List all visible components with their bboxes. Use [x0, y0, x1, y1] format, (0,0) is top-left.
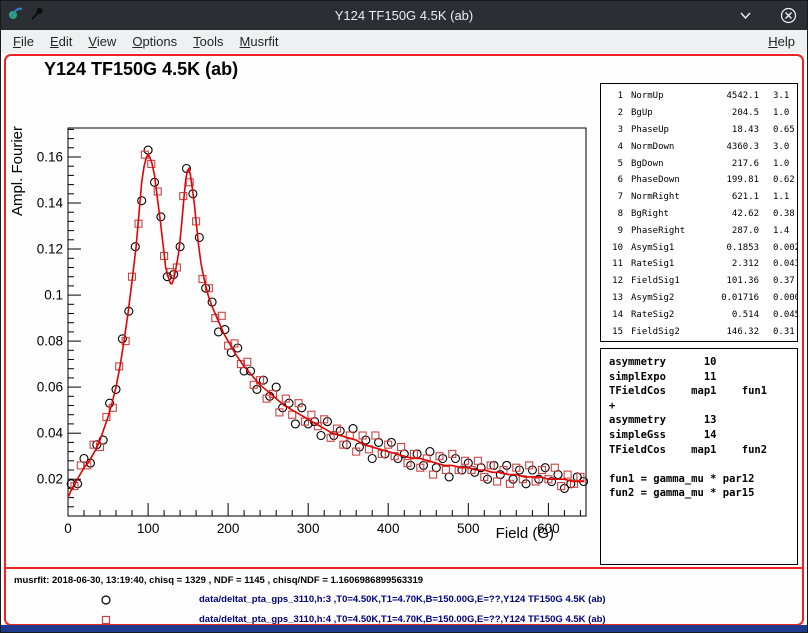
svg-text:0: 0: [64, 521, 72, 536]
param-row-ratesig1: 11RateSig12.3120.043: [601, 256, 797, 273]
param-row-phaseright: 9PhaseRight287.01.4: [601, 222, 797, 239]
param-row-asymsig1: 10AsymSig10.18530.0028: [601, 239, 797, 256]
menu-item-file[interactable]: File: [5, 31, 42, 52]
axis-ticks: 01002003004005006000.020.040.060.080.10.…: [37, 129, 581, 536]
workspace: Y124 TF150G 4.5K (ab) 010020030040050060…: [1, 53, 807, 627]
menu-item-edit[interactable]: Edit: [42, 31, 80, 52]
bottom-strip: [1, 625, 807, 632]
param-row-bgright: 8BgRight42.620.38: [601, 206, 797, 223]
svg-text:100: 100: [137, 521, 160, 536]
svg-text:0.04: 0.04: [37, 426, 64, 441]
window-title: Y124 TF150G 4.5K (ab): [1, 1, 807, 30]
menu-item-options[interactable]: Options: [124, 31, 185, 52]
svg-text:0.06: 0.06: [37, 380, 63, 395]
param-row-normup: 1NormUp4542.13.1: [601, 88, 797, 105]
svg-text:0.1: 0.1: [44, 288, 63, 303]
svg-text:0.12: 0.12: [37, 242, 63, 257]
svg-text:0.14: 0.14: [37, 196, 64, 211]
svg-text:400: 400: [377, 521, 400, 536]
svg-text:300: 300: [297, 521, 320, 536]
svg-text:200: 200: [217, 521, 240, 536]
app-window: Y124 TF150G 4.5K (ab) FileEditViewOption…: [0, 0, 808, 633]
parameter-table: 1NormUp4542.13.12BgUp204.51.03PhaseUp18.…: [600, 83, 798, 342]
fourier-plot[interactable]: 01002003004005006000.020.040.060.080.10.…: [8, 82, 600, 568]
param-row-fieldsig1: 12FieldSig1101.360.37: [601, 273, 797, 290]
plot-title: Y124 TF150G 4.5K (ab): [44, 59, 238, 80]
theory-text: asymmetry 10 simplExpo 11 TFieldCos map1…: [609, 355, 797, 501]
close-button[interactable]: [780, 7, 797, 24]
fit-line: [68, 155, 584, 498]
legend-label: data/deltat_pta_gps_3110,h:3 ,T0=4.50K,T…: [199, 594, 606, 605]
param-row-fieldsig2: 15FieldSig2146.320.31: [601, 323, 797, 340]
theory-block: asymmetry 10 simplExpo 11 TFieldCos map1…: [600, 348, 798, 565]
minimize-button[interactable]: [739, 9, 752, 22]
param-row-ratesig2: 14RateSig20.5140.045: [601, 306, 797, 323]
menu-item-tools[interactable]: Tools: [185, 31, 231, 52]
fit-status: musrfit: 2018-06-30, 13:19:40, chisq = 1…: [14, 575, 423, 586]
menu-item-help[interactable]: Help: [760, 31, 803, 52]
series-square-markers: [71, 151, 584, 489]
svg-text:0.02: 0.02: [37, 472, 63, 487]
param-row-phasedown: 6PhaseDown199.810.62: [601, 172, 797, 189]
legend-circle-icon: [100, 594, 112, 606]
svg-text:500: 500: [457, 521, 480, 536]
legend-label: data/deltat_pta_gps_3110,h:4 ,T0=4.50K,T…: [199, 614, 606, 625]
param-row-asymsig2: 13AsymSig20.017160.00098: [601, 290, 797, 307]
menubar: FileEditViewOptionsToolsMusrfit Help: [1, 30, 807, 53]
param-row-normright: 7NormRight621.11.1: [601, 189, 797, 206]
y-axis-title: Ampl. Fourier: [9, 126, 26, 216]
menu-item-musrfit[interactable]: Musrfit: [232, 31, 287, 52]
legend-row-1: data/deltat_pta_gps_3110,h:3 ,T0=4.50K,T…: [6, 593, 802, 607]
svg-text:0.08: 0.08: [37, 334, 63, 349]
x-axis-title: Field (G): [496, 525, 554, 542]
status-divider: [6, 567, 802, 569]
param-row-bgdown: 5BgDown217.61.0: [601, 155, 797, 172]
menu-item-view[interactable]: View: [80, 31, 124, 52]
svg-text:0.16: 0.16: [37, 150, 63, 165]
param-row-bgup: 2BgUp204.51.0: [601, 105, 797, 122]
param-row-phaseup: 3PhaseUp18.430.65: [601, 122, 797, 139]
param-row-normdown: 4NormDown4360.33.0: [601, 138, 797, 155]
titlebar: Y124 TF150G 4.5K (ab): [1, 1, 807, 30]
canvas-frame: Y124 TF150G 4.5K (ab) 010020030040050060…: [4, 54, 804, 626]
plot-frame: [68, 128, 586, 516]
